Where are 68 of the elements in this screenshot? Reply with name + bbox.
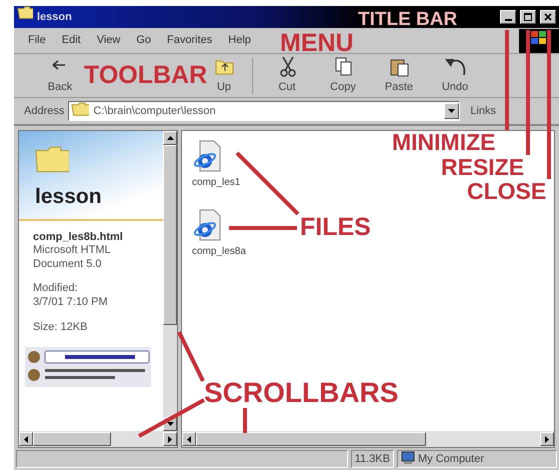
file-name: comp_les8b.html (33, 230, 124, 244)
toolbar-button[interactable]: Copy (315, 55, 371, 96)
maximize-button[interactable] (520, 10, 536, 24)
scroll-left-button[interactable] (19, 432, 33, 446)
web-page-icon (192, 208, 222, 242)
window-title: lesson (37, 10, 72, 25)
file-size: Size: 12KB (33, 321, 88, 335)
links-button[interactable]: Links (470, 102, 496, 120)
horizontal-scrollbar[interactable] (19, 431, 177, 447)
folder-name: lesson (35, 184, 103, 210)
caret-down-icon (448, 109, 456, 113)
leader-line (177, 331, 205, 382)
annotation-label: TITLE BAR (358, 10, 458, 29)
horizontal-scrollbar[interactable] (182, 431, 554, 447)
vertical-scrollbar[interactable] (163, 131, 177, 431)
menu-item[interactable]: View (96, 32, 120, 49)
file-type: Microsoft HTML Document 5.0 (33, 244, 112, 272)
folder-icon (35, 145, 69, 173)
status-size: 11.3KB (350, 450, 394, 468)
caret-left-icon (24, 436, 28, 442)
folder-entry[interactable]: comp_les8a (192, 208, 246, 259)
caret-left-icon (187, 436, 191, 442)
dropdown-button[interactable] (444, 103, 460, 119)
leader-line (138, 398, 205, 438)
scroll-right-button[interactable] (163, 432, 177, 446)
annotation-label: MINIMIZE (392, 131, 496, 154)
menu-item[interactable]: Go (136, 32, 152, 49)
scroll-thumb[interactable] (196, 432, 426, 446)
menu-item[interactable]: Edit (62, 32, 81, 49)
menu-item[interactable]: Favorites (167, 32, 212, 49)
caret-right-icon (168, 436, 172, 442)
close-icon (543, 12, 553, 22)
toolbar-button[interactable]: Cut (259, 55, 315, 96)
folder-entry[interactable]: comp_les1 (192, 139, 240, 190)
web-page-icon (192, 139, 222, 173)
scroll-thumb[interactable] (163, 145, 177, 325)
minimize-icon (504, 19, 512, 21)
folder-icon (71, 102, 90, 116)
leader-line (229, 226, 297, 230)
annotation-label: CLOSE (467, 180, 546, 203)
annotation-label: TOOLBAR (84, 63, 208, 88)
scroll-left-button[interactable] (182, 432, 196, 446)
address-text: C:\brain\computer\lesson (93, 104, 216, 119)
address-field[interactable]: C:\brain\computer\lesson (68, 101, 460, 121)
annotation-label: MENU (280, 31, 354, 56)
caret-right-icon (545, 436, 549, 442)
modified-label: Modified: (33, 282, 79, 296)
toolbar-button[interactable]: Undo (427, 55, 483, 96)
address-label: Address (24, 104, 64, 119)
menu-item[interactable]: File (28, 32, 46, 49)
scroll-up-button[interactable] (163, 131, 177, 145)
toolbar-button[interactable]: Paste (371, 55, 427, 96)
windows-logo-icon (529, 28, 549, 44)
annotation-label: SCROLLBARS (204, 379, 398, 407)
close-button[interactable] (540, 10, 556, 24)
folder-icon (17, 6, 33, 19)
scroll-thumb[interactable] (33, 432, 111, 446)
menu-item[interactable]: Help (228, 32, 251, 49)
minimize-button[interactable] (500, 10, 516, 24)
caret-up-icon (166, 136, 174, 140)
status-zone-text: My Computer (418, 452, 484, 467)
caret-down-icon (166, 422, 174, 426)
leader-line (243, 408, 247, 433)
maximize-icon (523, 12, 533, 22)
annotation-label: FILES (300, 215, 371, 240)
modified-date: 3/7/01 7:10 PM (33, 296, 109, 310)
annotation-label: RESIZE (441, 156, 524, 179)
scroll-right-button[interactable] (540, 432, 554, 446)
